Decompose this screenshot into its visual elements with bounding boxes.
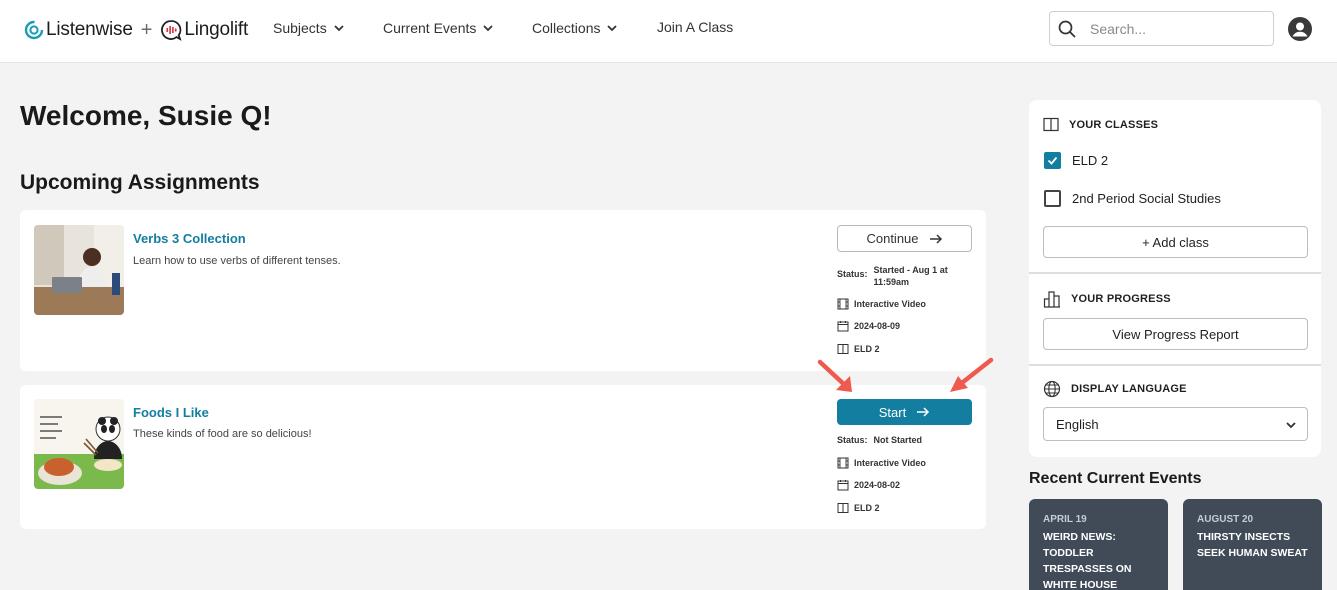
chevron-down-icon [1286, 422, 1296, 429]
assignment-title[interactable]: Foods I Like [133, 405, 209, 420]
student-laptop-image [34, 225, 124, 315]
checkbox-unchecked[interactable] [1044, 190, 1061, 207]
event-date: APRIL 19 [1043, 514, 1087, 525]
status-label: Status: [837, 269, 868, 279]
recent-current-events-heading: Recent Current Events [1029, 470, 1202, 487]
assignment-due-date: 2024-08-02 [837, 479, 900, 491]
arrow-right-icon [929, 233, 942, 244]
nav-join-class[interactable]: Join A Class [657, 19, 733, 35]
language-selected-value: English [1056, 416, 1099, 432]
assignment-title[interactable]: Verbs 3 Collection [133, 231, 246, 246]
chevron-down-icon [607, 25, 618, 32]
bar-chart-icon [1043, 291, 1060, 308]
event-card[interactable]: APRIL 19 WEIRD NEWS: TODDLER TRESPASSES … [1029, 499, 1168, 590]
assignment-type: Interactive Video [837, 457, 926, 469]
continue-button[interactable]: Continue [837, 225, 972, 252]
brand-logo[interactable]: Listenwise + Lingolift [24, 16, 248, 44]
your-classes-header: YOUR CLASSES [1043, 117, 1158, 132]
brand-plus: + [140, 18, 153, 41]
assignment-due-date: 2024-08-09 [837, 320, 900, 332]
nav-current-events[interactable]: Current Events [383, 20, 494, 36]
search-box [1049, 11, 1274, 46]
welcome-heading: Welcome, Susie Q! [20, 100, 272, 131]
assignment-card: Verbs 3 Collection Learn how to use verb… [20, 210, 986, 371]
foods-panda-image [34, 399, 124, 489]
assignment-type-label: Interactive Video [854, 299, 926, 309]
add-class-button[interactable]: + Add class [1043, 226, 1308, 258]
assignment-date-label: 2024-08-02 [854, 480, 901, 490]
your-progress-header: YOUR PROGRESS [1043, 290, 1171, 308]
upcoming-assignments-heading: Upcoming Assignments [20, 171, 260, 194]
class-label: ELD 2 [1072, 153, 1109, 168]
assignment-type-label: Interactive Video [854, 458, 926, 468]
assignment-class-label: ELD 2 [854, 503, 880, 513]
nav-collections-label: Collections [532, 20, 601, 36]
globe-icon [1043, 380, 1061, 398]
your-progress-heading: YOUR PROGRESS [1071, 293, 1171, 305]
assignment-description: These kinds of food are so delicious! [133, 428, 312, 440]
status-value-line1: Started - Aug 1 at [873, 265, 948, 275]
film-icon [837, 298, 849, 310]
sidebar-panel: YOUR CLASSES ELD 2 2nd Period Social Stu… [1029, 100, 1321, 457]
nav-subjects[interactable]: Subjects [273, 20, 345, 36]
your-classes-heading: YOUR CLASSES [1069, 118, 1159, 131]
brand-primary: Listenwise [46, 19, 133, 40]
assignment-status: Status: Not Started [837, 435, 922, 445]
status-value-line1: Not Started [873, 435, 923, 445]
assignment-class: ELD 2 [837, 502, 880, 514]
assignment-class-label: ELD 2 [854, 344, 880, 354]
user-avatar-icon[interactable] [1288, 17, 1312, 41]
class-checkbox-social-studies[interactable]: 2nd Period Social Studies [1044, 190, 1221, 207]
nav-current-events-label: Current Events [383, 20, 477, 36]
book-icon [837, 503, 849, 513]
continue-button-label: Continue [866, 231, 919, 246]
assignment-thumbnail[interactable] [34, 225, 124, 315]
assignment-status: Status: Started - Aug 1 at 11:59am [837, 264, 948, 288]
status-label: Status: [837, 435, 868, 445]
checkbox-checked[interactable] [1044, 152, 1061, 169]
lingolift-logo-icon [161, 20, 183, 41]
class-label: 2nd Period Social Studies [1072, 191, 1221, 206]
annotation-arrow-left [817, 359, 852, 392]
annotation-arrow-right [950, 357, 994, 392]
status-value-line2: 11:59am [873, 277, 910, 287]
display-language-heading: DISPLAY LANGUAGE [1071, 383, 1187, 395]
top-header: Listenwise + Lingolift Subjects Current … [0, 0, 1337, 63]
event-headline: WEIRD NEWS: TODDLER TRESPASSES ON WHITE … [1043, 531, 1132, 590]
event-card[interactable]: AUGUST 20 THIRSTY INSECTS SEEK HUMAN SWE… [1183, 499, 1322, 590]
assignment-card: Foods I Like These kinds of food are so … [20, 385, 986, 529]
assignment-class: ELD 2 [837, 343, 880, 355]
display-language-header: DISPLAY LANGUAGE [1043, 380, 1187, 398]
book-icon [1043, 117, 1059, 132]
language-select[interactable]: English [1043, 407, 1308, 441]
nav-join-class-label: Join A Class [657, 19, 734, 35]
chevron-down-icon [483, 25, 494, 32]
start-button[interactable]: Start [837, 399, 972, 425]
calendar-icon [837, 480, 849, 491]
class-checkbox-eld2[interactable]: ELD 2 [1044, 152, 1108, 169]
nav-collections[interactable]: Collections [532, 20, 618, 36]
book-icon [837, 344, 849, 354]
event-date: AUGUST 20 [1197, 514, 1254, 525]
view-progress-report-button[interactable]: View Progress Report [1043, 318, 1308, 350]
listenwise-logo-icon [24, 20, 44, 40]
divider [1029, 272, 1321, 274]
brand-secondary: Lingolift [184, 19, 249, 40]
nav-subjects-label: Subjects [273, 20, 327, 36]
event-headline: THIRSTY INSECTS SEEK HUMAN SWEAT [1197, 531, 1308, 559]
assignment-description: Learn how to use verbs of different tens… [133, 255, 341, 267]
assignment-type: Interactive Video [837, 298, 926, 310]
check-icon [1047, 156, 1058, 165]
calendar-icon [837, 321, 849, 332]
search-icon [1058, 20, 1076, 38]
start-button-label: Start [878, 404, 907, 420]
chevron-down-icon [334, 25, 344, 32]
assignment-date-label: 2024-08-09 [854, 321, 901, 331]
divider [1029, 364, 1321, 366]
arrow-right-icon [917, 407, 930, 417]
assignment-thumbnail[interactable] [34, 399, 124, 489]
film-icon [837, 457, 849, 469]
search-input[interactable] [1090, 18, 1265, 40]
